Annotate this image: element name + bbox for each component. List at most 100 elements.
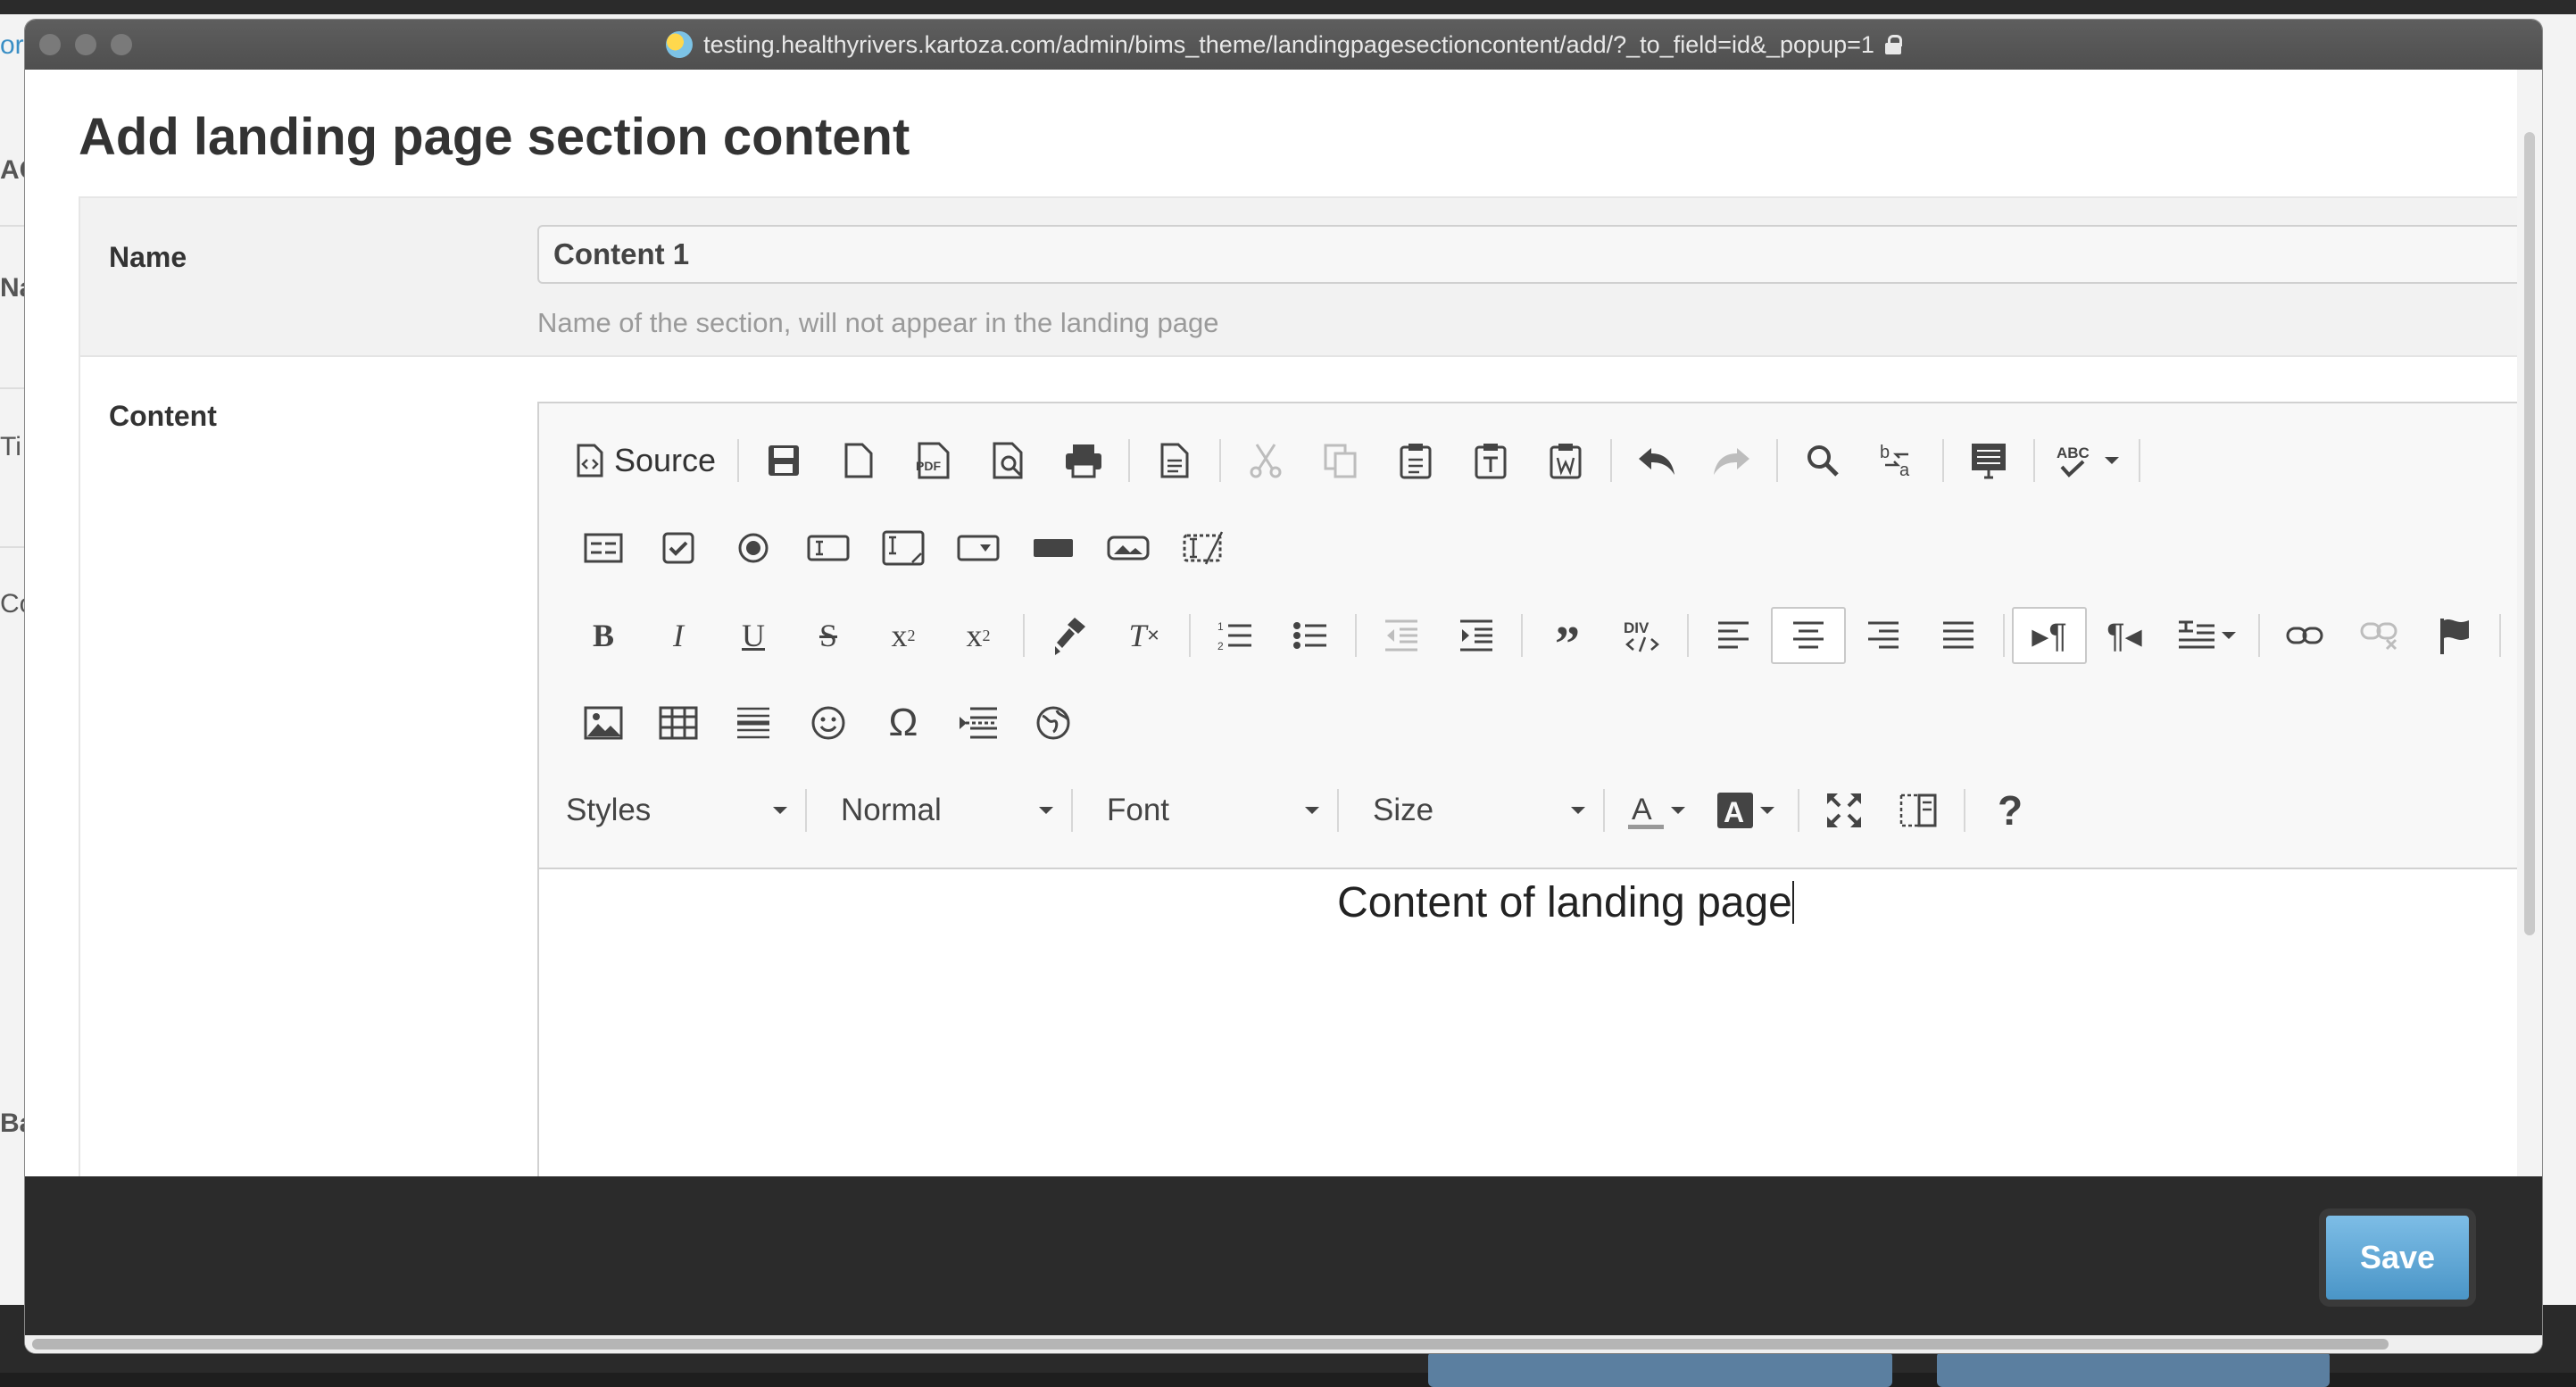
editor-content-area[interactable]: Content of landing page — [539, 869, 2542, 1207]
styles-dropdown[interactable]: Styles — [539, 782, 798, 839]
hidden-field-icon[interactable] — [1166, 519, 1241, 577]
preview-icon[interactable] — [971, 432, 1046, 489]
name-help-text: Name of the section, will not appear in … — [537, 307, 1219, 338]
maximize-icon[interactable] — [1807, 782, 1882, 839]
table-icon[interactable] — [641, 694, 716, 752]
name-input[interactable] — [537, 225, 2542, 284]
templates-icon[interactable] — [1137, 432, 1212, 489]
select-all-icon[interactable] — [1951, 432, 2026, 489]
toolbar-separator — [1603, 789, 1605, 832]
justify-icon[interactable] — [1921, 607, 1996, 664]
textarea-icon[interactable] — [866, 519, 941, 577]
redo-icon[interactable] — [1694, 432, 1769, 489]
text-field-icon[interactable] — [791, 519, 866, 577]
italic-icon[interactable]: I — [641, 607, 716, 664]
window-titlebar: testing.healthyrivers.kartoza.com/admin/… — [25, 20, 2542, 70]
format-dropdown[interactable]: Normal — [814, 782, 1064, 839]
styles-dropdown-label: Styles — [566, 793, 652, 827]
show-blocks-icon[interactable] — [1882, 782, 1957, 839]
vertical-scrollbar-thumb[interactable] — [2524, 132, 2535, 935]
submit-row: Save — [25, 1176, 2542, 1335]
decrease-indent-icon[interactable] — [1364, 607, 1439, 664]
link-icon[interactable] — [2267, 607, 2342, 664]
toolbar-separator — [1687, 614, 1689, 657]
background-divider — [0, 225, 25, 227]
svg-text:2: 2 — [1217, 640, 1224, 652]
checkbox-icon[interactable] — [641, 519, 716, 577]
toolbar-separator — [737, 439, 740, 482]
toolbar-separator — [1798, 789, 1799, 832]
landing-section-form: Name Name of the section, will not appea… — [79, 196, 2542, 1208]
chevron-down-icon — [773, 807, 787, 814]
chevron-down-icon — [1571, 807, 1585, 814]
subscript-icon[interactable]: x2 — [866, 607, 941, 664]
blockquote-icon[interactable]: ” — [1530, 607, 1605, 672]
content-label: Content — [109, 400, 217, 432]
vertical-scrollbar[interactable] — [2517, 70, 2542, 1176]
toolbar-separator — [1776, 439, 1779, 482]
iframe-globe-icon[interactable] — [1016, 694, 1091, 752]
site-favicon-icon — [666, 31, 694, 58]
toolbar-row-insert: Ω — [566, 694, 1091, 752]
image-button-icon[interactable] — [1091, 519, 1166, 577]
save-button[interactable]: Save — [2319, 1208, 2476, 1307]
horizontal-scrollbar-thumb[interactable] — [32, 1339, 2389, 1350]
special-character-icon[interactable]: Ω — [866, 694, 941, 752]
export-pdf-icon[interactable]: PDF — [896, 432, 971, 489]
find-icon[interactable] — [1785, 432, 1860, 489]
popup-window: testing.healthyrivers.kartoza.com/admin/… — [25, 20, 2542, 1353]
numbered-list-icon[interactable]: 12 — [1198, 607, 1273, 664]
cut-icon[interactable] — [1228, 432, 1303, 489]
svg-text:1: 1 — [1217, 620, 1224, 633]
underline-icon[interactable]: U — [716, 607, 791, 664]
align-right-icon[interactable] — [1846, 607, 1921, 664]
print-icon[interactable] — [1046, 432, 1121, 489]
save-icon[interactable] — [746, 432, 821, 489]
toolbar-separator — [2003, 614, 2005, 657]
smiley-icon[interactable] — [791, 694, 866, 752]
paste-from-word-icon[interactable] — [1528, 432, 1603, 489]
source-button[interactable]: Source — [566, 432, 730, 489]
replace-icon[interactable]: ba — [1860, 432, 1935, 489]
create-div-icon[interactable]: DIV — [1605, 607, 1680, 664]
select-field-icon[interactable] — [941, 519, 1016, 577]
unlink-icon[interactable] — [2342, 607, 2417, 664]
align-left-icon[interactable] — [1696, 607, 1771, 664]
horizontal-scrollbar[interactable] — [25, 1335, 2542, 1353]
button-field-icon[interactable] — [1016, 519, 1091, 577]
horizontal-line-icon[interactable] — [716, 694, 791, 752]
increase-indent-icon[interactable] — [1439, 607, 1514, 664]
form-icon[interactable] — [566, 519, 641, 577]
undo-icon[interactable] — [1619, 432, 1694, 489]
text-color-icon[interactable]: A — [1612, 782, 1701, 839]
background-button — [1428, 1351, 1892, 1387]
strikethrough-icon[interactable]: S — [791, 607, 866, 664]
language-icon[interactable] — [2162, 607, 2251, 664]
toolbar-separator — [1189, 614, 1191, 657]
copy-format-icon[interactable] — [1032, 607, 1107, 664]
text-direction-ltr-icon[interactable]: ▸¶ — [2012, 607, 2087, 664]
bold-icon[interactable]: B — [566, 607, 641, 664]
page-break-icon[interactable] — [941, 694, 1016, 752]
name-row: Name Name of the section, will not appea… — [80, 198, 2542, 357]
help-icon[interactable]: ? — [1973, 782, 2048, 839]
copy-icon[interactable] — [1303, 432, 1378, 489]
spellcheck-icon[interactable]: ABC — [2042, 432, 2131, 489]
font-dropdown[interactable]: Font — [1080, 782, 1330, 839]
paste-icon[interactable] — [1378, 432, 1453, 489]
background-color-icon[interactable]: A — [1701, 782, 1791, 839]
image-icon[interactable] — [566, 694, 641, 752]
size-dropdown[interactable]: Size — [1346, 782, 1596, 839]
bulleted-list-icon[interactable] — [1273, 607, 1348, 664]
align-center-icon[interactable] — [1771, 607, 1846, 664]
anchor-flag-icon[interactable] — [2417, 607, 2492, 664]
radio-icon[interactable] — [716, 519, 791, 577]
toolbar-separator — [1355, 614, 1357, 657]
new-page-icon[interactable] — [821, 432, 896, 489]
text-direction-rtl-icon[interactable]: ¶◂ — [2087, 607, 2162, 664]
chevron-down-icon — [1305, 807, 1319, 814]
paste-text-icon[interactable] — [1453, 432, 1528, 489]
remove-format-icon[interactable]: T ✕ — [1107, 607, 1182, 664]
toolbar-separator — [1942, 439, 1945, 482]
superscript-icon[interactable]: x2 — [941, 607, 1016, 664]
